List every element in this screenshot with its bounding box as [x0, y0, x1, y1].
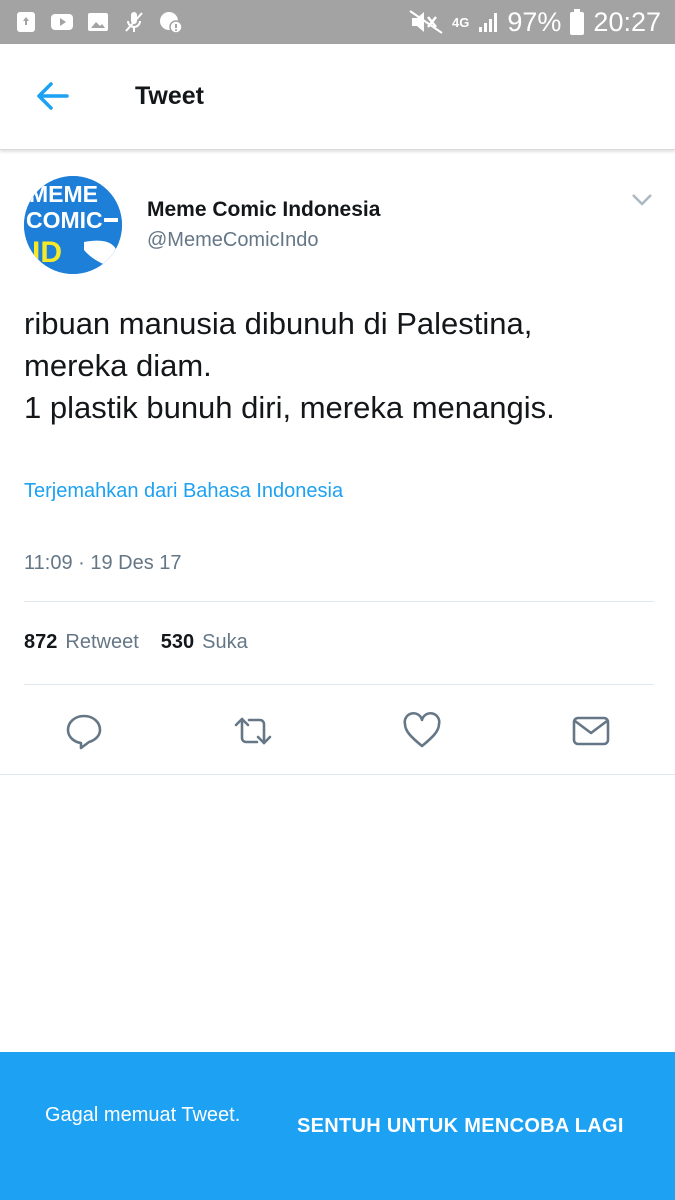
recycle-icon [17, 12, 35, 32]
reply-icon[interactable] [64, 711, 104, 751]
avatar-line-1: MEME [29, 181, 98, 207]
battery-icon [570, 9, 585, 35]
avatar[interactable]: MEME COMIC ID [24, 176, 122, 274]
avatar-line-2: COMIC [26, 207, 103, 233]
youtube-icon [51, 14, 73, 30]
avatar-line-3: ID [32, 236, 62, 269]
divider [0, 774, 675, 775]
divider [24, 601, 654, 602]
like-icon[interactable] [402, 711, 442, 751]
tweet-timestamp: 11:09 · 19 Des 17 [24, 552, 182, 574]
avatar-logo: MEME COMIC ID [24, 176, 122, 274]
tweet-stats: 872 Retweet 530 Suka [24, 631, 262, 654]
retweet-icon[interactable] [233, 711, 273, 751]
retry-button[interactable]: SENTUH UNTUK MENCOBA LAGI [297, 1115, 624, 1138]
signal-icon [479, 13, 498, 32]
status-bar: 4G 97% 20:27 [0, 0, 675, 44]
tweet-line-1: ribuan manusia dibunuh di Palestina, [24, 306, 533, 341]
like-label[interactable]: Suka [202, 631, 248, 654]
app-bar: Tweet [0, 44, 675, 150]
status-notifications [14, 8, 182, 36]
status-system: 4G 97% 20:27 [408, 6, 661, 38]
retweet-count[interactable]: 872 [24, 631, 57, 654]
mute-icon [409, 10, 443, 34]
retweet-label[interactable]: Retweet [65, 631, 138, 654]
tweet-line-2: mereka diam. [24, 348, 212, 383]
page-title: Tweet [135, 82, 204, 110]
mic-off-icon [125, 12, 143, 32]
clock: 20:27 [593, 6, 661, 37]
tweet-text: ribuan manusia dibunuh di Palestina, mer… [24, 303, 654, 429]
like-count[interactable]: 530 [161, 631, 194, 654]
snackbar-message: Gagal memuat Tweet. [45, 1104, 241, 1126]
chevron-down-icon[interactable] [630, 192, 654, 208]
battery-percent: 97% [507, 6, 562, 37]
message-icon[interactable] [571, 711, 611, 751]
error-snackbar: Gagal memuat Tweet. SENTUH UNTUK MENCOBA… [0, 1052, 675, 1200]
network-type: 4G [452, 14, 470, 30]
divider [24, 684, 654, 685]
author-handle[interactable]: @MemeComicIndo [147, 229, 318, 252]
tweet-line-3: 1 plastik bunuh diri, mereka menangis. [24, 390, 555, 425]
translate-link[interactable]: Terjemahkan dari Bahasa Indonesia [24, 480, 343, 503]
author-name[interactable]: Meme Comic Indonesia [147, 198, 380, 222]
gallery-icon [88, 13, 108, 31]
vpn-icon [160, 12, 182, 34]
back-arrow-icon[interactable] [34, 80, 70, 112]
